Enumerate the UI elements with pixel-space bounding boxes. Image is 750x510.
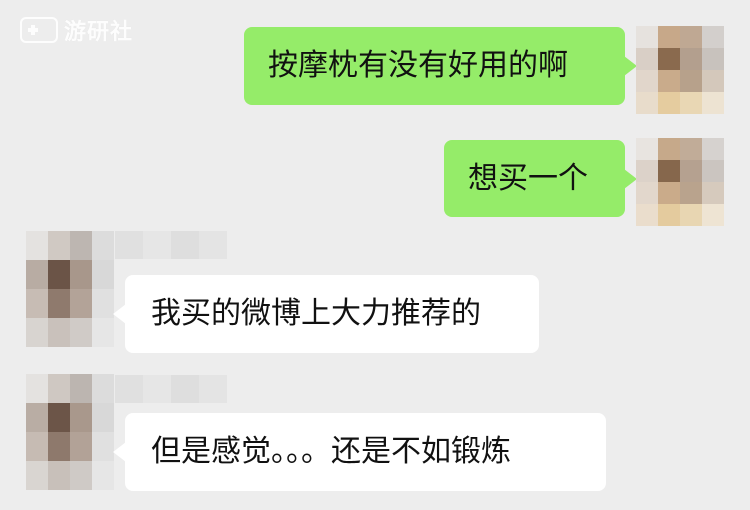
message-text: 我买的微博上大力推荐的 [151, 296, 481, 331]
watermark-text: 游研社 [64, 20, 134, 45]
sender-name-blurred [115, 375, 227, 403]
contact-avatar[interactable] [26, 374, 114, 490]
message-text: 想买一个 [468, 160, 588, 196]
sender-name-blurred [115, 231, 227, 259]
my-avatar[interactable] [636, 26, 724, 114]
message-bubble-incoming[interactable]: 但是感觉。。。还是不如锻炼 [113, 413, 606, 491]
my-avatar[interactable] [636, 138, 724, 226]
message-text: 按摩枕有没有好用的啊 [268, 48, 568, 83]
gamepad-icon [20, 17, 58, 43]
message-bubble-outgoing[interactable]: 按摩枕有没有好用的啊 [244, 27, 637, 105]
message-bubble-incoming[interactable]: 我买的微博上大力推荐的 [113, 275, 539, 353]
watermark: 游研社 [20, 14, 133, 46]
message-bubble-outgoing[interactable]: 想买一个 [444, 140, 637, 217]
contact-avatar[interactable] [26, 231, 114, 347]
message-text: 但是感觉。。。还是不如锻炼 [151, 434, 511, 469]
